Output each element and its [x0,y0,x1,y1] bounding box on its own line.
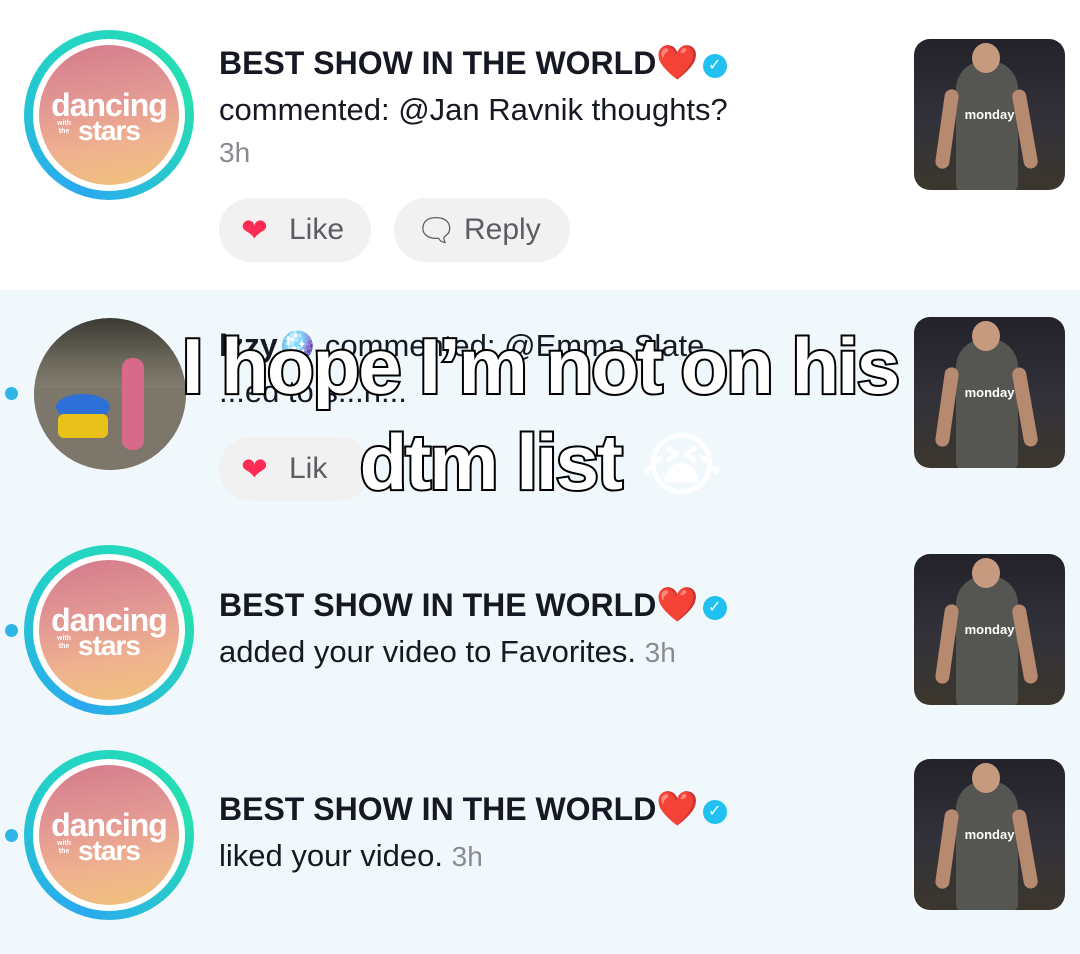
logo-line-2: stars [78,115,141,146]
username[interactable]: BEST SHOW IN THE WORLD [219,587,656,623]
thumbnail-head [972,43,1000,73]
avatar-frame: dancing with the stars [33,759,185,911]
avatar-frame: dancing with the stars [33,39,185,191]
avatar[interactable]: dancing with the stars [24,30,194,200]
avatar-image: dancing with the stars [39,765,179,905]
notification-text: BEST SHOW IN THE WORLD❤️ ✓ liked your vid… [219,786,899,880]
notification-text: BEST SHOW IN THE WORLD❤️ ✓ commented: @Ja… [219,40,899,173]
avatar-image: dancing with the stars [39,560,179,700]
thumbnail-person [956,781,1018,910]
video-thumbnail[interactable]: monday [914,554,1065,705]
red-heart-emoji: ❤️ [656,44,699,82]
overlay-caption-line-1: I hope I’m not on his [180,320,902,412]
overlay-caption-text: dtm list [358,416,625,508]
avatar[interactable]: dancing with the stars [24,750,194,920]
red-heart-emoji: ❤️ [656,586,699,624]
video-thumbnail[interactable]: monday [914,39,1065,190]
timestamp: 3h [451,841,483,872]
username[interactable]: BEST SHOW IN THE WORLD [219,45,656,81]
verified-badge-icon: ✓ [702,800,727,824]
unread-dot [5,829,18,842]
notification-action: added your video to Favorites. [219,634,637,669]
heart-icon: ❤ [241,212,268,248]
notification-row[interactable]: dancing with the stars BEST SHOW IN THE … [0,0,1080,290]
username-line[interactable]: BEST SHOW IN THE WORLD❤️ ✓ [219,582,899,629]
overlay-caption-line-2: dtm list 😭 [0,414,1080,513]
reply-button[interactable]: 🗨 Reply [394,198,570,262]
like-label: Like [289,213,345,246]
crying-face-emoji: 😭 [640,426,723,504]
logo-line-2: stars [78,630,141,661]
avatar[interactable]: dancing with the stars [24,545,194,715]
thumbnail-head [972,763,1000,793]
username-line[interactable]: BEST SHOW IN THE WORLD❤️ ✓ [219,40,899,87]
thumbnail-person [956,576,1018,705]
thumbnail-caption: monday [964,107,1015,122]
thumbnail-caption: monday [964,827,1015,842]
video-thumbnail[interactable]: monday [914,759,1065,910]
thumbnail-head [972,558,1000,588]
verified-badge-icon: ✓ [702,596,727,620]
logo-line-2: stars [78,835,141,866]
red-heart-emoji: ❤️ [656,790,699,828]
avatar-image: dancing with the stars [39,45,179,185]
notification-text: BEST SHOW IN THE WORLD❤️ ✓ added your vid… [219,582,899,676]
reply-label: Reply [464,213,541,246]
verified-badge-icon: ✓ [702,54,727,78]
timestamp: 3h [644,637,676,668]
like-button[interactable]: ❤ Like [219,198,371,262]
unread-dot [5,624,18,637]
thumbnail-caption: monday [964,622,1015,637]
overlay-caption: I hope I’m not on his dtm list 😭 [0,318,1080,513]
timestamp: 3h [219,137,251,168]
notification-action: liked your video. [219,838,444,873]
speech-bubble-icon: 🗨 [416,212,457,248]
notification-row[interactable]: dancing with the stars BEST SHOW IN THE … [0,540,1080,745]
avatar-frame: dancing with the stars [33,554,185,706]
username-line[interactable]: BEST SHOW IN THE WORLD❤️ ✓ [219,786,899,833]
username[interactable]: BEST SHOW IN THE WORLD [219,791,656,827]
thumbnail-person [956,61,1018,190]
notification-row[interactable]: dancing with the stars BEST SHOW IN THE … [0,745,1080,954]
notification-action: commented: @Jan Ravnik thoughts? [219,92,728,127]
